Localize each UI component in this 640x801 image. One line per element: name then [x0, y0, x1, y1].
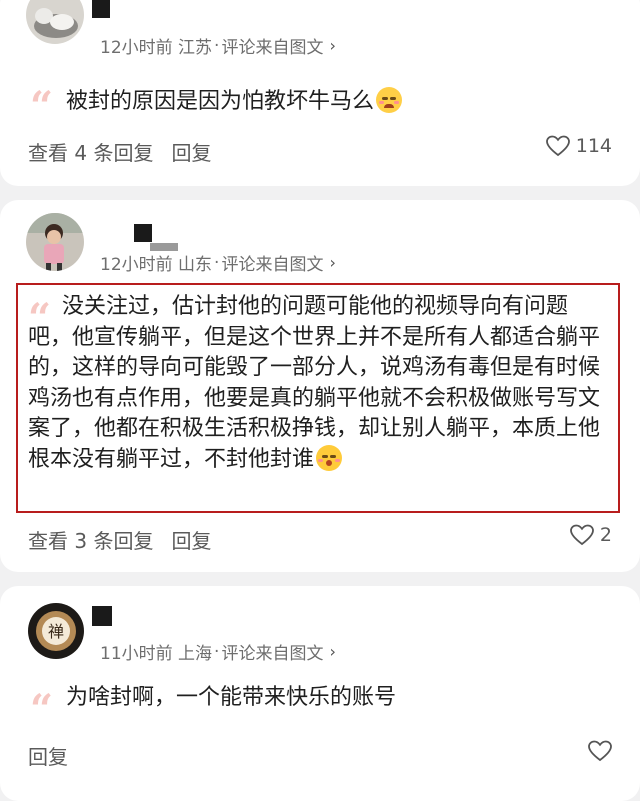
username-redacted	[134, 224, 152, 242]
comment-location: 山东	[178, 255, 213, 275]
comment-source[interactable]: 评论来自图文	[221, 33, 323, 58]
like-count: 2	[599, 524, 612, 546]
avatar[interactable]: 禅	[28, 603, 84, 659]
comment-actions: 回复	[28, 741, 68, 770]
comment-actions: 查看 4 条回复 回复	[28, 137, 211, 166]
meta-separator: ·	[214, 641, 220, 662]
chevron-right-icon[interactable]: ›	[329, 253, 335, 272]
comment-text: 为啥封啊，一个能带来快乐的账号	[66, 685, 397, 710]
comment-location: 江苏	[178, 38, 213, 58]
comment-time: 12小时前	[100, 38, 173, 58]
comment-text: 被封的原因是因为怕教坏牛马么	[30, 87, 403, 113]
reply-button[interactable]: 回复	[171, 137, 211, 166]
heart-icon	[570, 524, 594, 546]
meta-separator: ·	[214, 35, 220, 56]
chevron-right-icon[interactable]: ›	[329, 36, 335, 55]
comment-text: 没关注过，估计封他的问题可能他的视频导向有问题吧，他宣传躺平，但是这个世界上并不…	[28, 294, 601, 472]
comment-actions: 查看 3 条回复 回复	[28, 525, 211, 554]
view-replies-button[interactable]: 查看 3 条回复	[28, 525, 153, 554]
svg-text:禅: 禅	[48, 622, 64, 641]
comment-source[interactable]: 评论来自图文	[221, 639, 323, 664]
heart-icon	[588, 740, 612, 762]
heart-icon	[545, 135, 570, 157]
reply-button[interactable]: 回复	[28, 741, 68, 770]
comment-meta: 11小时前 上海 · 评论来自图文 ›	[100, 639, 336, 665]
avatar[interactable]	[26, 213, 84, 271]
username-redacted	[92, 0, 110, 18]
comment-location: 上海	[178, 644, 213, 664]
avatar[interactable]	[26, 0, 84, 44]
like-button[interactable]	[588, 740, 612, 762]
chevron-right-icon[interactable]: ›	[329, 642, 335, 661]
crying-face-icon	[376, 87, 403, 113]
like-button[interactable]: 114	[545, 135, 612, 157]
username-redacted	[92, 606, 112, 626]
comment-time: 12小时前	[100, 255, 173, 275]
comment-card-1: 12小时前 江苏 · 评论来自图文 › “ 被封的原因是因为怕教坏牛马么 查看 …	[0, 0, 640, 186]
reply-button[interactable]: 回复	[171, 525, 211, 554]
comment-source[interactable]: 评论来自图文	[221, 250, 323, 275]
view-replies-button[interactable]: 查看 4 条回复	[28, 137, 153, 166]
comment-time: 11小时前	[100, 644, 173, 664]
like-button[interactable]: 2	[570, 524, 612, 546]
like-count: 114	[575, 135, 612, 157]
comment-meta: 12小时前 山东 · 评论来自图文 ›	[100, 250, 336, 276]
comment-meta: 12小时前 江苏 · 评论来自图文 ›	[100, 33, 336, 59]
kissing-face-icon	[316, 444, 343, 471]
meta-separator: ·	[214, 252, 220, 273]
